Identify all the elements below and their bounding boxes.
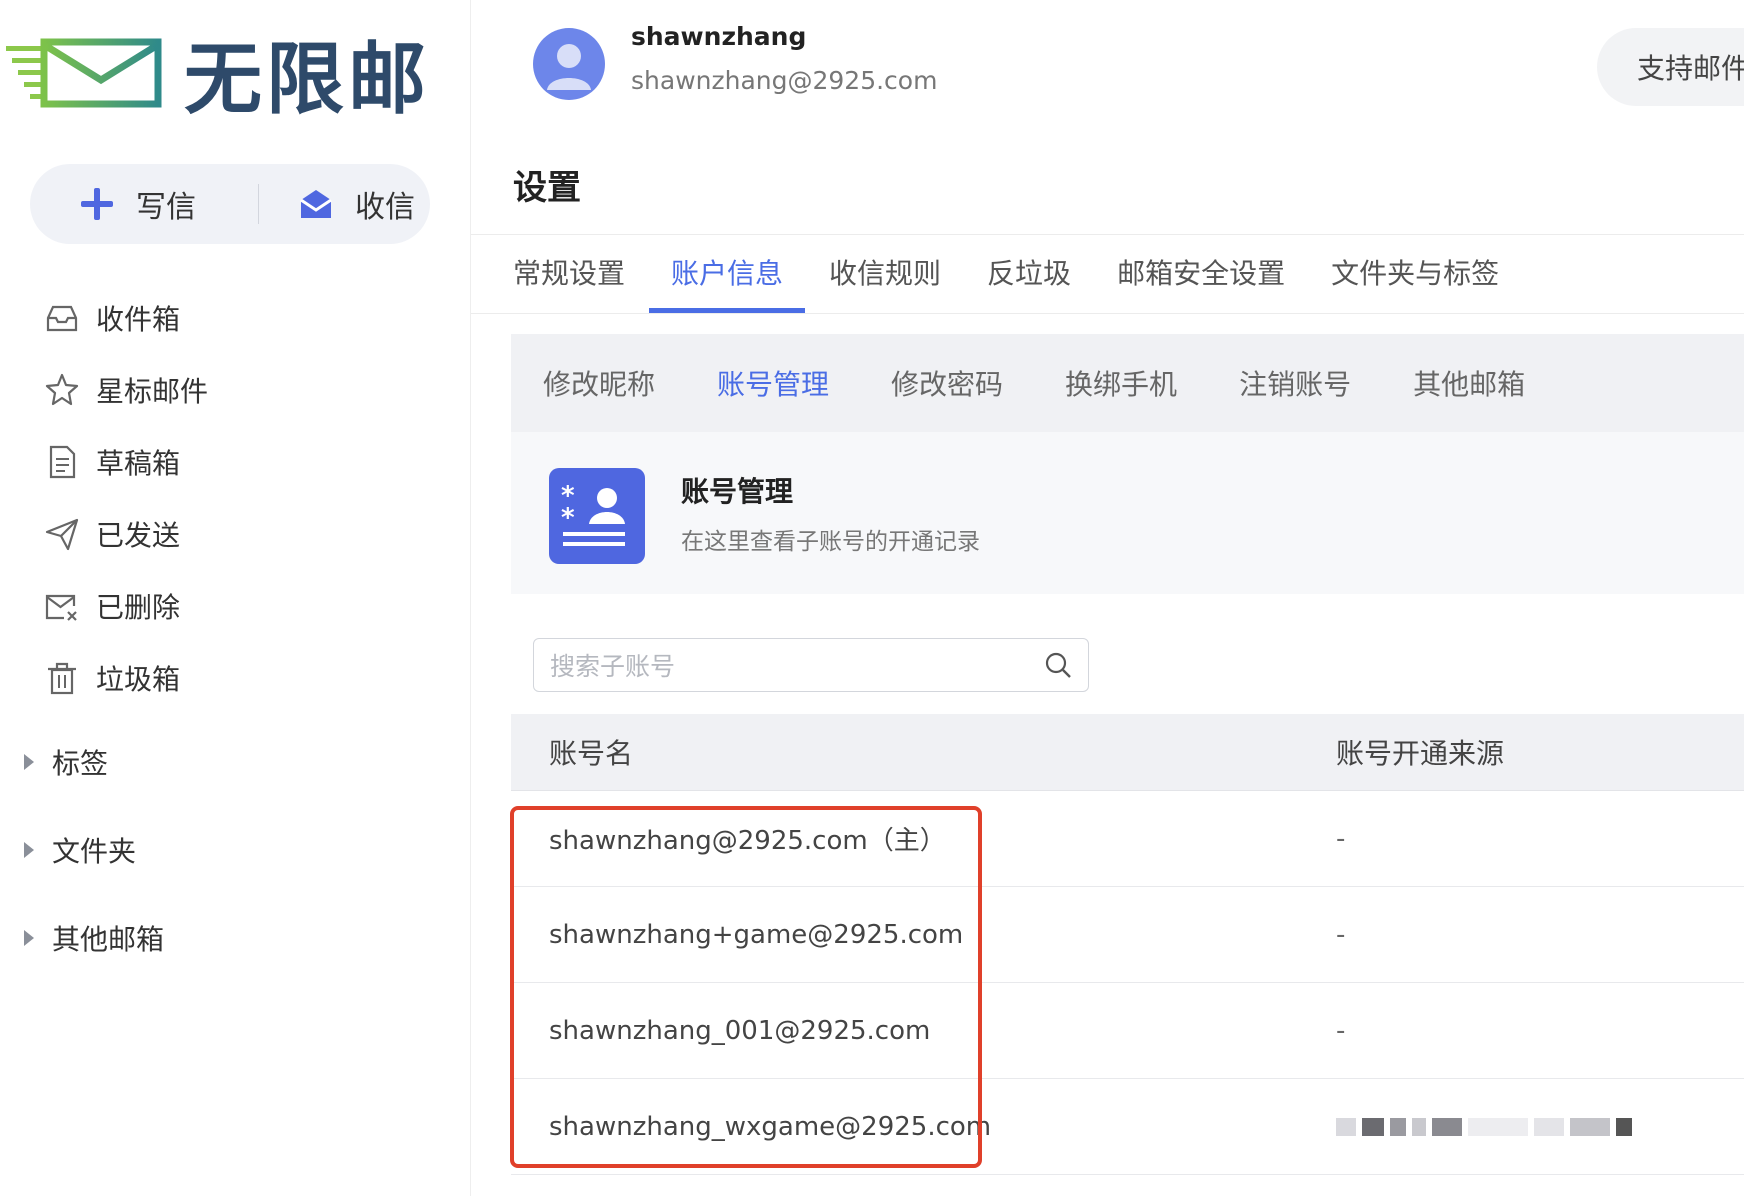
tree-item-label: 其他邮箱 (52, 923, 165, 956)
subtab-deactivate[interactable]: 注销账号 (1239, 363, 1351, 403)
tab-general[interactable]: 常规设置 (513, 252, 625, 312)
subtab-phone[interactable]: 换绑手机 (1065, 363, 1177, 403)
inbox-icon (46, 305, 78, 332)
tab-account-info[interactable]: 账户信息 (649, 252, 806, 313)
receive-label: 收信 (355, 190, 415, 225)
subtab-other-mailboxes[interactable]: 其他邮箱 (1413, 363, 1525, 403)
caret-right-icon (24, 930, 34, 946)
sub-account-table: 账号名 账号开通来源 shawnzhang@2925.com（主） - shaw… (511, 714, 1744, 1175)
column-header-source: 账号开通来源 (1336, 737, 1505, 770)
account-name-cell: shawnzhang_wxgame@2925.com (549, 1111, 992, 1142)
table-row[interactable]: shawnzhang+game@2925.com - (511, 887, 1744, 983)
account-source-cell: - (1336, 1015, 1346, 1046)
table-row[interactable]: shawnzhang_wxgame@2925.com (511, 1079, 1744, 1175)
caret-right-icon (24, 842, 34, 858)
info-title: 账号管理 (681, 475, 794, 508)
envelope-logo-icon (6, 38, 162, 108)
table-row[interactable]: shawnzhang_001@2925.com - (511, 983, 1744, 1079)
tree-item-other-mailboxes[interactable]: 其他邮箱 (24, 894, 164, 982)
user-name: shawnzhang (631, 22, 807, 51)
account-card-icon: * * (549, 468, 645, 564)
page-title: 设置 (513, 168, 581, 208)
search-icon[interactable] (1044, 651, 1072, 679)
search-input[interactable] (548, 639, 1032, 693)
nav-item-inbox[interactable]: 收件箱 (44, 282, 208, 354)
tab-anti-spam[interactable]: 反垃圾 (987, 252, 1071, 312)
user-email: shawnzhang@2925.com (631, 66, 938, 95)
nav-item-label: 收件箱 (96, 303, 181, 336)
draft-icon (49, 445, 76, 479)
plus-icon (81, 188, 113, 220)
tree-item-label: 文件夹 (52, 835, 137, 868)
sub-account-search (533, 638, 1089, 693)
tree-item-labels[interactable]: 标签 (24, 718, 164, 806)
folder-nav: 收件箱 星标邮件 草稿箱 已发送 已删除 垃圾箱 (44, 282, 208, 714)
account-subtabs: 修改昵称 账号管理 修改密码 换绑手机 注销账号 其他邮箱 (511, 334, 1744, 432)
support-button[interactable]: 支持邮件 (1597, 28, 1744, 106)
svg-text:*: * (561, 503, 575, 533)
app-logo[interactable]: 无限邮 (4, 18, 430, 128)
logo-text: 无限邮 (184, 35, 431, 125)
main-content: shawnzhang shawnzhang@2925.com 支持邮件 设置 常… (471, 0, 1744, 1196)
open-envelope-icon (300, 190, 332, 218)
caret-right-icon (24, 754, 34, 770)
receive-button[interactable]: 收信 (259, 164, 415, 244)
nav-item-starred[interactable]: 星标邮件 (44, 354, 208, 426)
nav-item-label: 已发送 (96, 519, 181, 552)
tab-security[interactable]: 邮箱安全设置 (1117, 252, 1285, 312)
subtab-nickname[interactable]: 修改昵称 (543, 363, 655, 403)
table-row[interactable]: shawnzhang@2925.com（主） - (511, 791, 1744, 887)
folder-tree: 标签 文件夹 其他邮箱 (24, 718, 164, 982)
compose-label: 写信 (136, 190, 196, 225)
nav-item-trash[interactable]: 垃圾箱 (44, 642, 208, 714)
nav-item-deleted[interactable]: 已删除 (44, 570, 208, 642)
nav-item-label: 草稿箱 (96, 447, 181, 480)
nav-item-drafts[interactable]: 草稿箱 (44, 426, 208, 498)
tree-item-label: 标签 (52, 747, 109, 780)
divider (471, 313, 1744, 314)
column-header-name: 账号名 (549, 737, 634, 770)
divider (471, 234, 1744, 235)
sidebar: 无限邮 写信 收信 收件箱 星标邮件 草稿箱 已发送 已删除 垃圾箱 标签 文件… (0, 0, 471, 1196)
trash-icon (48, 662, 76, 695)
send-icon (45, 518, 79, 551)
nav-item-label: 已删除 (96, 591, 181, 624)
blurred-source-cell (1336, 1117, 1638, 1136)
user-icon (547, 44, 591, 90)
account-name-cell: shawnzhang_001@2925.com (549, 1015, 931, 1046)
nav-item-label: 垃圾箱 (96, 663, 181, 696)
star-icon (45, 373, 79, 406)
subtab-account-mgmt[interactable]: 账号管理 (717, 363, 829, 403)
subtab-password[interactable]: 修改密码 (891, 363, 1003, 403)
info-description: 在这里查看子账号的开通记录 (681, 529, 980, 555)
compose-button[interactable]: 写信 (30, 164, 232, 244)
tab-folders-labels[interactable]: 文件夹与标签 (1331, 252, 1499, 312)
table-header: 账号名 账号开通来源 (511, 714, 1744, 791)
nav-item-label: 星标邮件 (96, 375, 209, 408)
account-source-cell: - (1336, 823, 1346, 854)
tree-item-folders[interactable]: 文件夹 (24, 806, 164, 894)
account-mgmt-info-card: * * 账号管理 在这里查看子账号的开通记录 (511, 432, 1744, 594)
tab-receive-rules[interactable]: 收信规则 (829, 252, 941, 312)
deleted-mail-icon (45, 594, 77, 621)
account-name-cell: shawnzhang+game@2925.com (549, 919, 964, 950)
settings-tabs: 常规设置 账户信息 收信规则 反垃圾 邮箱安全设置 文件夹与标签 (513, 252, 1545, 313)
compose-receive-bar: 写信 收信 (30, 164, 430, 244)
account-name-cell: shawnzhang@2925.com（主） (549, 826, 946, 856)
avatar[interactable] (533, 28, 605, 100)
nav-item-sent[interactable]: 已发送 (44, 498, 208, 570)
account-source-cell: - (1336, 919, 1346, 950)
